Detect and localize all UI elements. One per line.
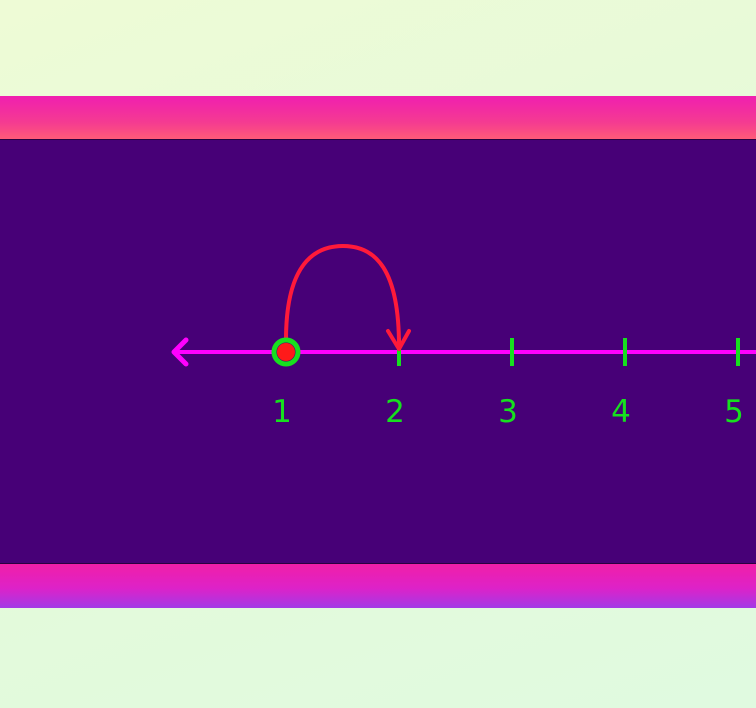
number-line-labels: 1 2 3 4 5 (272, 394, 744, 430)
tick-label-1: 1 (272, 394, 292, 430)
tick-label-2: 2 (385, 394, 405, 430)
number-line-diagram: 1 2 3 4 5 (171, 243, 756, 430)
start-point-dot (277, 343, 295, 361)
jump-arc (284, 243, 401, 348)
tick-label-3: 3 (498, 394, 518, 430)
tick-label-5: 5 (724, 394, 744, 430)
tick-label-4: 4 (611, 394, 631, 430)
